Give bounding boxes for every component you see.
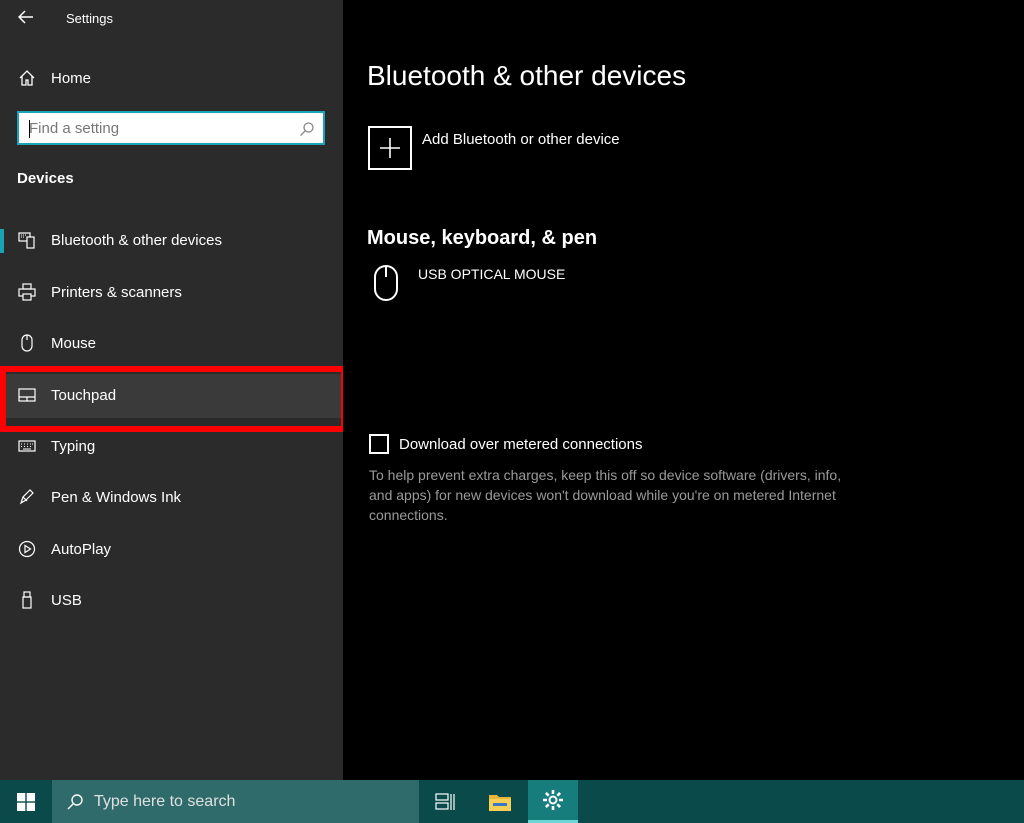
metered-connections-label: Download over metered connections xyxy=(399,436,643,453)
section-title-mouse-keyboard-pen: Mouse, keyboard, & pen xyxy=(367,227,598,249)
sidebar-item-typing[interactable]: Typing xyxy=(0,425,343,469)
title-bar: Settings xyxy=(0,0,343,36)
mouse-icon xyxy=(374,265,398,301)
file-explorer-button[interactable] xyxy=(476,780,524,823)
add-device-label: Add Bluetooth or other device xyxy=(422,131,620,148)
sidebar-item-touchpad[interactable]: Touchpad xyxy=(0,374,343,418)
mouse-icon xyxy=(21,334,33,352)
folder-icon xyxy=(489,794,511,811)
sidebar-item-label: Typing xyxy=(51,438,96,455)
sidebar-item-label: Bluetooth & other devices xyxy=(51,232,222,249)
add-device-box xyxy=(368,126,412,170)
windows-logo-icon xyxy=(17,792,35,811)
printer-icon xyxy=(18,283,36,301)
sidebar-item-usb[interactable]: USB xyxy=(0,579,343,623)
selected-indicator xyxy=(0,229,4,253)
sidebar-item-label: Pen & Windows Ink xyxy=(51,489,182,506)
pen-icon xyxy=(19,489,34,505)
main-content: Bluetooth & other devices Add Bluetooth … xyxy=(343,0,1024,780)
find-setting-search[interactable] xyxy=(17,111,325,145)
autoplay-icon xyxy=(18,540,36,558)
task-view-icon xyxy=(435,792,455,810)
bluetooth-devices-icon xyxy=(18,232,35,249)
find-setting-input[interactable] xyxy=(29,118,299,138)
home-label: Home xyxy=(51,70,92,87)
page-title: Bluetooth & other devices xyxy=(367,60,687,91)
keyboard-icon xyxy=(18,440,36,452)
settings-taskbar-button[interactable] xyxy=(528,780,578,823)
sidebar-item-label: Printers & scanners xyxy=(51,284,182,301)
search-icon xyxy=(67,794,83,810)
gear-icon xyxy=(543,790,563,810)
device-item[interactable]: USB OPTICAL MOUSE xyxy=(371,263,565,308)
sidebar-item-mouse[interactable]: Mouse xyxy=(0,322,343,366)
sidebar-item-pen[interactable]: Pen & Windows Ink xyxy=(0,476,343,520)
device-name: USB OPTICAL MOUSE xyxy=(418,266,566,282)
plus-icon xyxy=(380,138,400,158)
start-button[interactable] xyxy=(0,780,52,823)
sidebar-item-label: Mouse xyxy=(51,335,97,352)
back-button[interactable] xyxy=(14,6,38,28)
task-view-button[interactable] xyxy=(421,780,469,823)
sidebar-item-autoplay[interactable]: AutoPlay xyxy=(0,528,343,572)
touchpad-icon xyxy=(18,388,36,402)
sidebar-item-printers[interactable]: Printers & scanners xyxy=(0,271,343,315)
metered-help-text: To help prevent extra charges, keep this… xyxy=(369,467,842,523)
text-caret xyxy=(29,120,30,138)
sidebar-item-label: AutoPlay xyxy=(51,541,112,558)
settings-sidebar: Settings Home Devices Bluetooth & other … xyxy=(0,0,347,780)
taskbar: Type here to search xyxy=(0,780,1024,823)
back-arrow-icon xyxy=(18,10,33,24)
usb-icon xyxy=(22,591,32,609)
sidebar-item-label: USB xyxy=(51,592,82,609)
checkbox-box[interactable] xyxy=(369,434,389,454)
taskbar-search[interactable]: Type here to search xyxy=(52,780,419,823)
search-icon[interactable] xyxy=(299,121,315,137)
taskbar-search-placeholder: Type here to search xyxy=(94,793,236,810)
section-header-devices: Devices xyxy=(17,170,74,187)
sidebar-home[interactable]: Home xyxy=(0,60,343,96)
sidebar-item-bluetooth[interactable]: Bluetooth & other devices xyxy=(0,219,343,263)
sidebar-item-label: Touchpad xyxy=(51,387,117,404)
home-icon xyxy=(19,70,35,86)
app-title: Settings xyxy=(66,11,113,26)
